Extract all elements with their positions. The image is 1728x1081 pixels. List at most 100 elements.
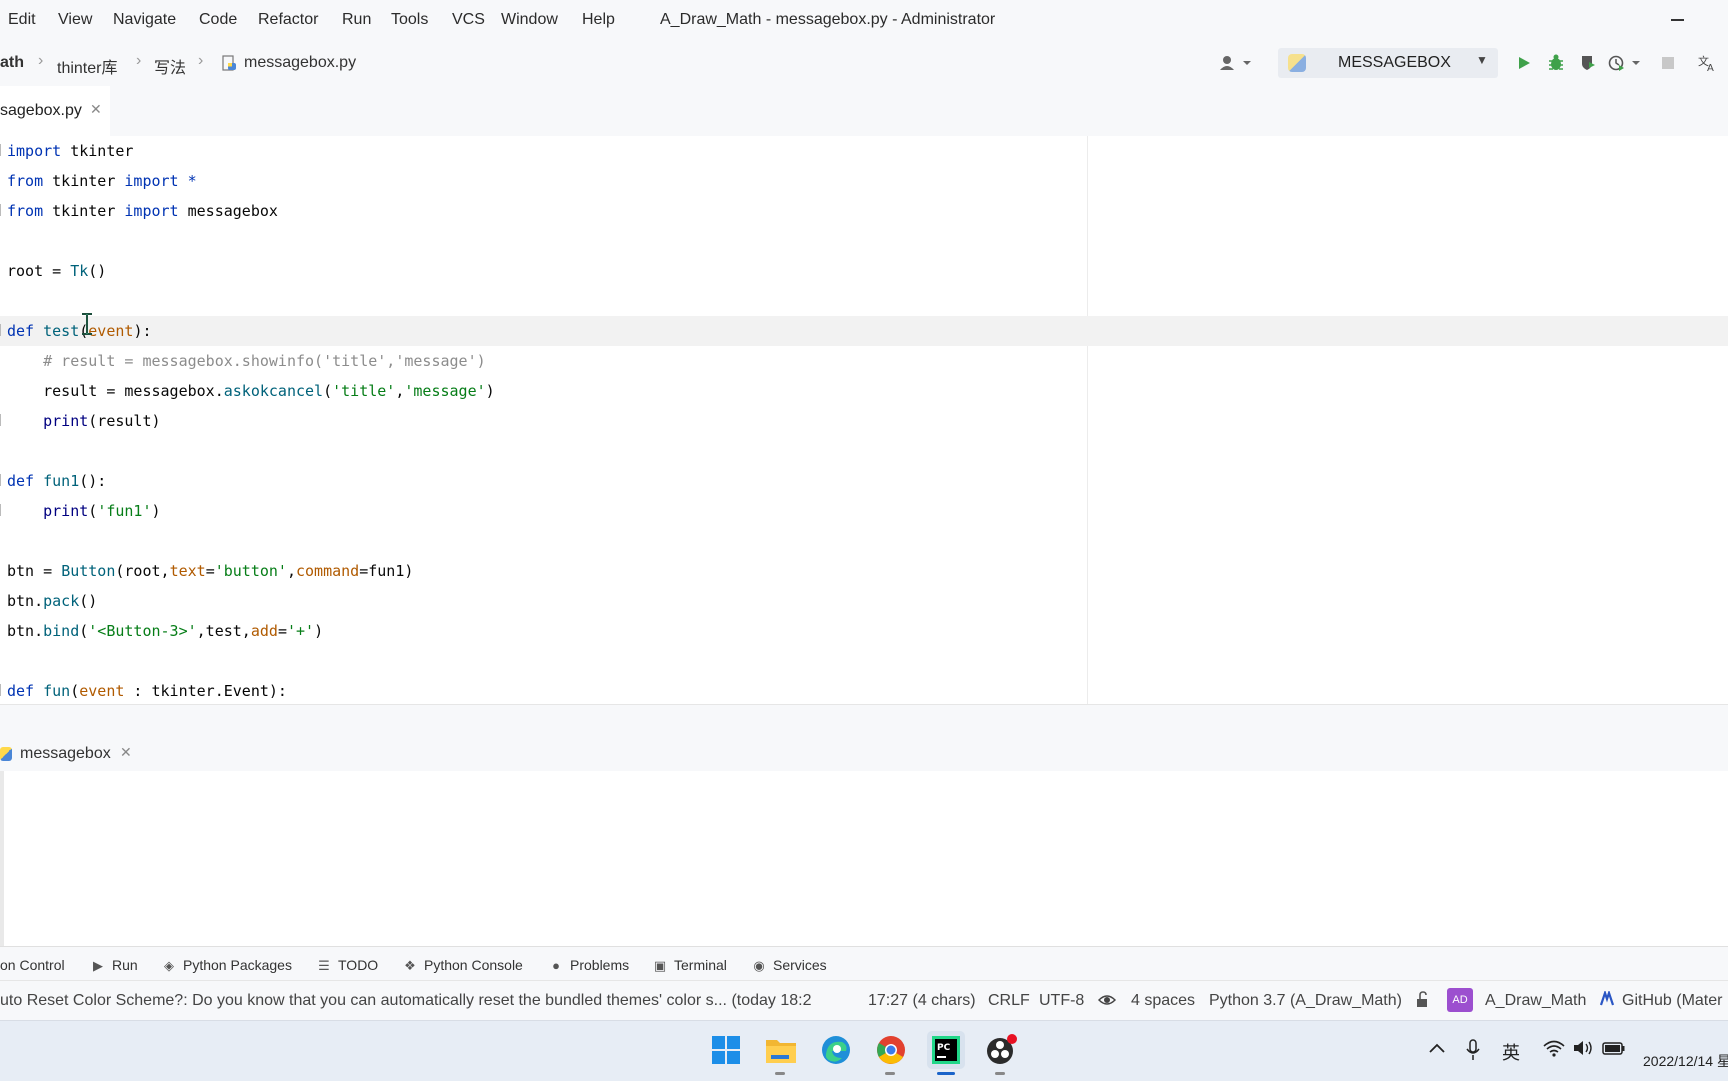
input-method-indicator[interactable]: 英 <box>1502 1039 1520 1065</box>
editor-tab-messagebox[interactable]: sagebox.py ✕ <box>0 86 110 138</box>
file-encoding[interactable]: UTF-8 <box>1039 992 1084 1010</box>
menu-run[interactable]: Run <box>342 11 371 29</box>
terminal-icon: ▣ <box>653 958 667 973</box>
menu-help[interactable]: Help <box>582 11 615 29</box>
fold-marker-icon[interactable] <box>0 144 7 156</box>
tab-services[interactable]: ◉ Services <box>751 957 826 974</box>
run-tab-messagebox[interactable]: messagebox ✕ <box>0 737 145 774</box>
stop-icon[interactable] <box>1657 52 1679 74</box>
python-file-icon <box>220 54 238 72</box>
text-cursor-icon <box>81 313 92 343</box>
volume-icon[interactable] <box>1572 1039 1594 1062</box>
run-tab-label: messagebox <box>20 745 111 762</box>
fold-marker-icon[interactable] <box>0 474 7 486</box>
code-line[interactable]: print('fun1') <box>0 496 1728 526</box>
tab-python-console[interactable]: ❖ Python Console <box>402 957 523 974</box>
tab-run[interactable]: ▶ Run <box>90 957 138 974</box>
code-line[interactable]: btn = Button(root,text='button',command=… <box>0 556 1728 586</box>
eye-icon[interactable] <box>1097 991 1117 1014</box>
running-indicator <box>937 1072 955 1075</box>
code-line[interactable]: btn.pack() <box>0 586 1728 616</box>
debug-icon[interactable] <box>1545 52 1567 74</box>
chevron-right-icon: › <box>198 52 204 69</box>
code-line[interactable]: # result = messagebox.showinfo('title','… <box>0 346 1728 376</box>
line-separator[interactable]: CRLF <box>988 992 1030 1010</box>
layers-icon: ◈ <box>164 958 174 973</box>
windows-start-icon[interactable] <box>707 1031 745 1069</box>
minimize-button[interactable] <box>1666 8 1690 32</box>
project-name[interactable]: A_Draw_Math <box>1485 992 1586 1010</box>
code-line[interactable]: btn.bind('<Button-3>',test,add='+') <box>0 616 1728 646</box>
tab-label: Run <box>112 957 138 973</box>
menu-view[interactable]: View <box>58 11 92 29</box>
menu-edit[interactable]: Edit <box>8 11 36 29</box>
caret-position[interactable]: 17:27 (4 chars) <box>868 992 976 1010</box>
code-line[interactable]: print(result) <box>0 406 1728 436</box>
python-icon <box>0 747 12 761</box>
panel-splitter[interactable] <box>0 704 1728 737</box>
file-explorer-icon[interactable] <box>762 1031 800 1075</box>
fold-marker-icon[interactable] <box>0 414 7 426</box>
tab-problems[interactable]: ● Problems <box>548 957 629 973</box>
breadcrumb-folder-writing[interactable]: 写法 <box>154 54 186 78</box>
code-line[interactable]: root = Tk() <box>0 256 1728 286</box>
menu-navigate[interactable]: Navigate <box>113 11 176 29</box>
status-message[interactable]: uto Reset Color Scheme?: Do you know tha… <box>0 992 840 1010</box>
battery-icon[interactable] <box>1602 1039 1626 1062</box>
translate-icon[interactable]: 文A <box>1697 52 1719 74</box>
code-line[interactable]: def fun(event : tkinter.Event): <box>0 676 1728 704</box>
github-branch[interactable]: GitHub (Mater <box>1622 992 1722 1010</box>
menu-code[interactable]: Code <box>199 11 237 29</box>
window-title: A_Draw_Math - messagebox.py - Administra… <box>660 11 996 28</box>
unlock-icon[interactable] <box>1415 991 1431 1014</box>
code-line[interactable]: from tkinter import * <box>0 166 1728 196</box>
tab-label: Python Console <box>424 957 523 973</box>
services-icon: ◉ <box>753 958 765 973</box>
tab-python-packages[interactable]: ◈ Python Packages <box>161 957 292 974</box>
breadcrumb-project[interactable]: ath <box>0 54 24 72</box>
tab-terminal[interactable]: ▣ Terminal <box>652 957 727 974</box>
fold-marker-icon[interactable] <box>0 324 7 336</box>
code-line[interactable]: def fun1(): <box>0 466 1728 496</box>
tab-version-control[interactable]: on Control <box>0 957 65 973</box>
wifi-icon[interactable] <box>1543 1039 1565 1062</box>
editor-tab-label: sagebox.py <box>0 102 82 119</box>
chevron-up-icon[interactable] <box>1428 1039 1446 1060</box>
user-dropdown-icon[interactable] <box>1218 52 1254 74</box>
code-line-current[interactable]: def test(event): <box>0 316 1728 346</box>
run-output-console[interactable] <box>0 771 1728 946</box>
obs-studio-icon[interactable] <box>982 1031 1020 1075</box>
coverage-icon[interactable] <box>1577 52 1599 74</box>
python-interpreter[interactable]: Python 3.7 (A_Draw_Math) <box>1209 992 1402 1010</box>
close-icon[interactable]: ✕ <box>120 744 132 761</box>
code-line[interactable]: import tkinter <box>0 136 1728 166</box>
tab-todo[interactable]: ☰ TODO <box>316 957 378 974</box>
pycharm-icon[interactable]: PC <box>927 1031 965 1075</box>
microphone-icon[interactable] <box>1465 1039 1481 1066</box>
menu-tools[interactable]: Tools <box>391 11 428 29</box>
code-line[interactable]: result = messagebox.askokcancel('title',… <box>0 376 1728 406</box>
breadcrumb-file[interactable]: messagebox.py <box>244 54 356 72</box>
fold-marker-icon[interactable] <box>0 684 7 696</box>
edge-browser-icon[interactable] <box>817 1031 855 1069</box>
close-icon[interactable]: ✕ <box>90 101 102 118</box>
run-configuration-selector[interactable]: MESSAGEBOX ▼ <box>1278 48 1498 78</box>
menu-window[interactable]: Window <box>501 11 558 29</box>
project-avatar: AD <box>1447 988 1473 1012</box>
menu-refactor[interactable]: Refactor <box>258 11 318 29</box>
indent-setting[interactable]: 4 spaces <box>1131 992 1195 1010</box>
system-clock[interactable]: 2022/12/14 星 <box>1643 1051 1728 1071</box>
profile-dropdown-icon[interactable] <box>1608 52 1642 74</box>
fold-marker-icon[interactable] <box>0 504 7 516</box>
list-icon: ☰ <box>318 958 330 973</box>
python-icon <box>1288 54 1306 72</box>
breadcrumb-folder-tkinter[interactable]: thinter库 <box>57 54 117 78</box>
chevron-right-icon: › <box>38 52 44 69</box>
code-line[interactable]: from tkinter import messagebox <box>0 196 1728 226</box>
github-copilot-icon <box>1599 989 1615 1012</box>
run-icon[interactable] <box>1513 52 1535 74</box>
menu-vcs[interactable]: VCS <box>452 11 485 29</box>
code-editor[interactable]: import tkinter from tkinter import * fro… <box>0 136 1728 704</box>
chrome-browser-icon[interactable] <box>872 1031 910 1075</box>
fold-marker-icon[interactable] <box>0 204 7 216</box>
